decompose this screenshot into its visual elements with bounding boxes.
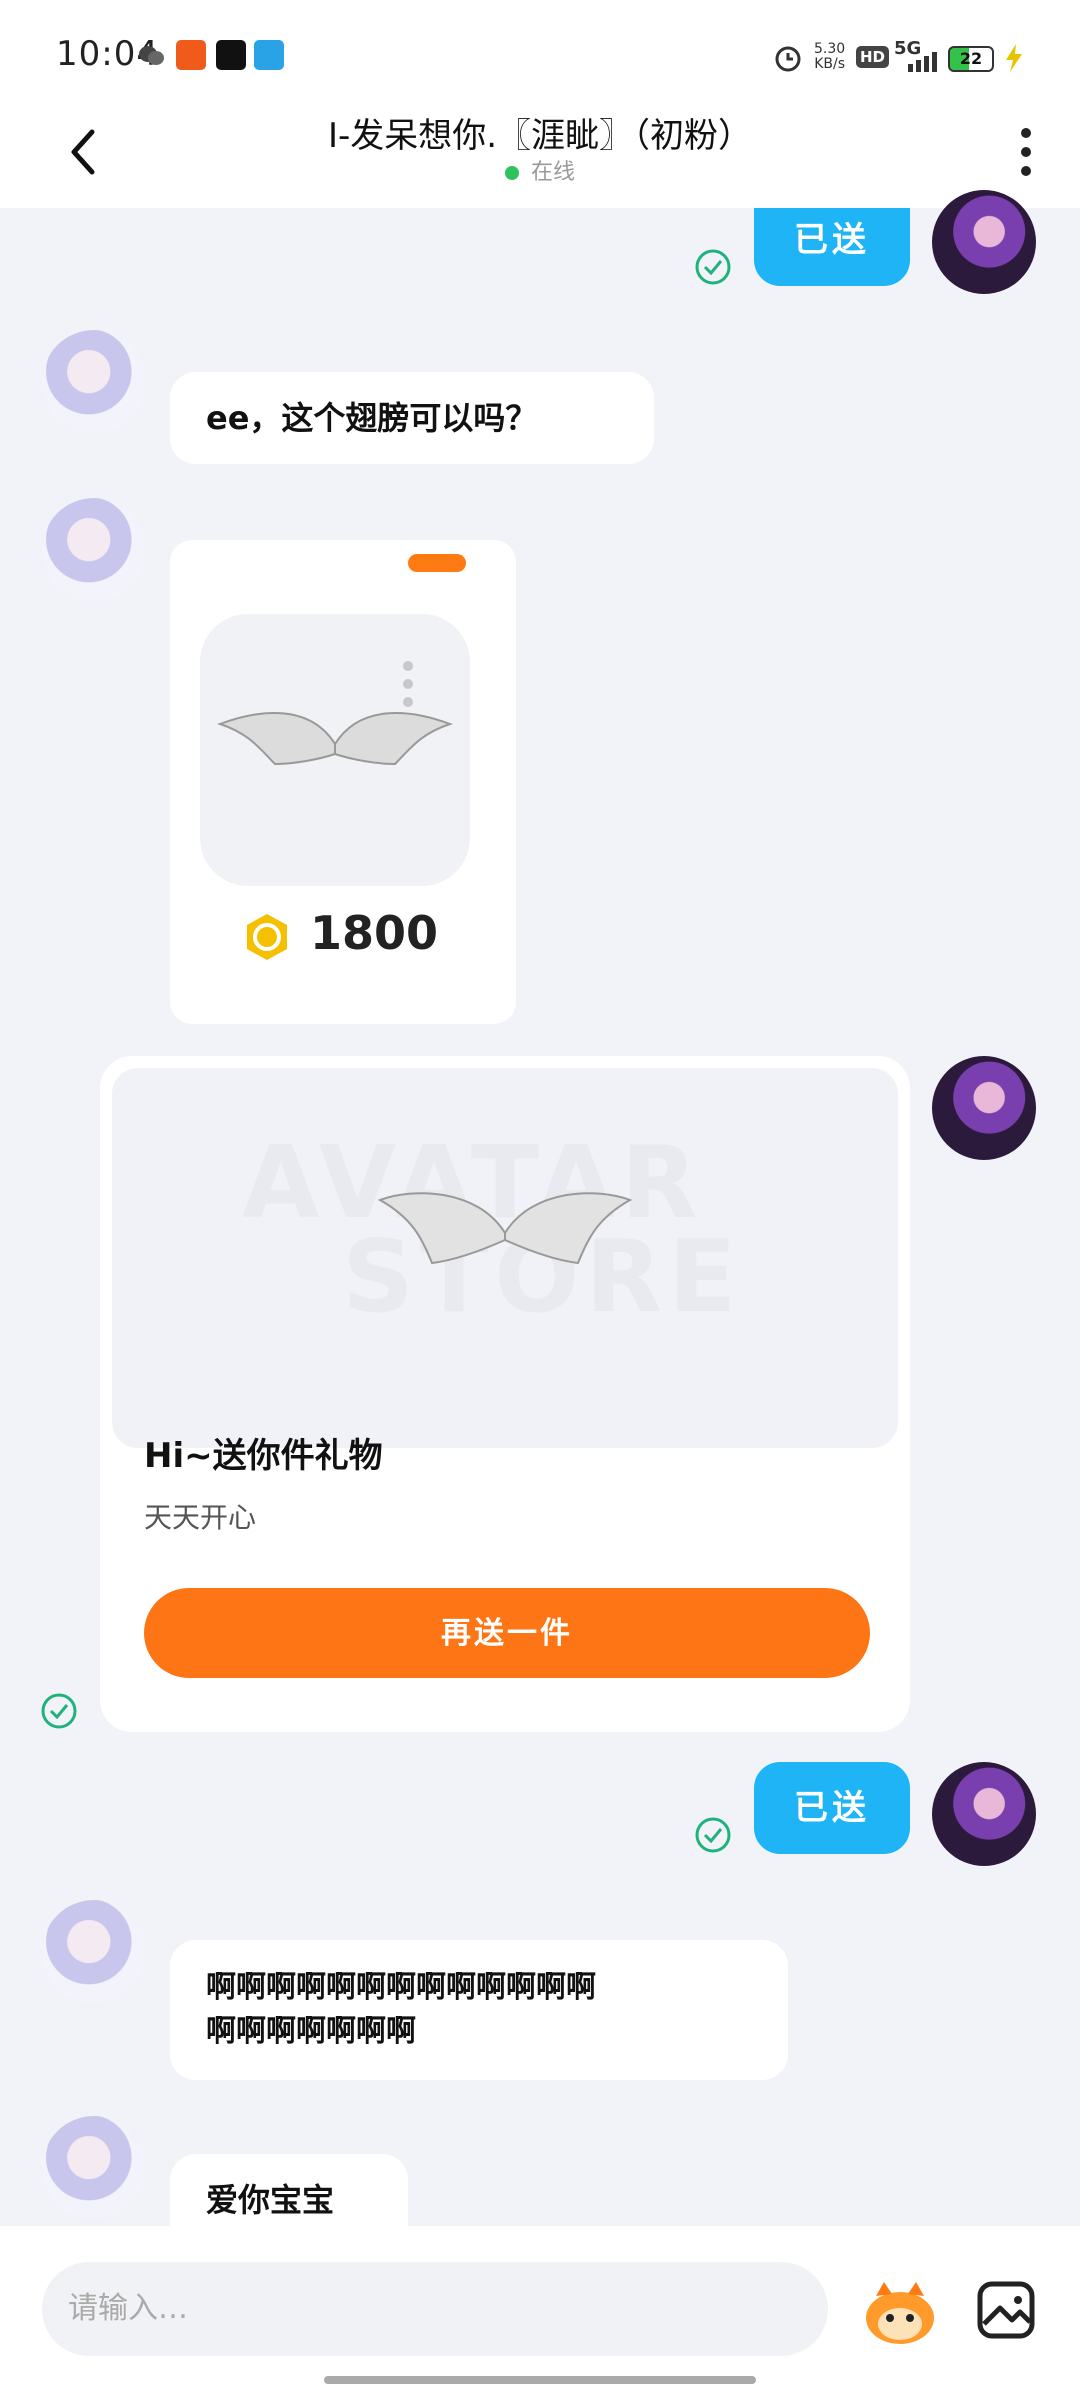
sent-check-icon (40, 1692, 78, 1730)
dot (1021, 147, 1031, 157)
wechat-icon (138, 44, 164, 70)
signal-icon (906, 52, 940, 76)
online-status: 在线 (0, 154, 1080, 186)
sent-message-bubble[interactable]: 已送 (754, 1762, 910, 1854)
alarm-icon (774, 44, 802, 76)
present-subtitle: 天天开心 (144, 1501, 257, 1534)
gift-present-card[interactable]: AVATAR STORE Hi~送你件礼物 天天开心 再送一件 (100, 1056, 910, 1732)
contact-avatar[interactable] (42, 498, 146, 602)
home-indicator[interactable] (324, 2376, 756, 2384)
hd-badge: HD (856, 46, 890, 68)
contact-avatar[interactable] (42, 330, 146, 434)
message-input[interactable]: 请输入… (42, 2262, 828, 2356)
my-avatar[interactable] (932, 1762, 1036, 1866)
network-app-icon (254, 40, 284, 70)
online-label: 在线 (530, 160, 575, 185)
image-icon (977, 2281, 1035, 2339)
app-notification-icon (176, 40, 206, 70)
gift-tag (408, 554, 466, 572)
charging-icon (1002, 44, 1024, 76)
received-message-bubble[interactable]: ee，这个翅膀可以吗？ (170, 372, 654, 464)
more-options-button[interactable] (1016, 122, 1036, 182)
dot (1021, 128, 1031, 138)
net-speed: 5.30 KB/s (814, 41, 846, 72)
my-avatar[interactable] (932, 1056, 1036, 1160)
gift-product-card[interactable]: 1800 (170, 540, 516, 1024)
battery-icon: 22 (948, 46, 994, 72)
chat-title: I-发呆想你.〖涯眦〗（初粉） (327, 116, 753, 156)
wings-icon (377, 1192, 633, 1265)
my-avatar[interactable] (932, 190, 1036, 294)
wings-icon (217, 661, 453, 766)
mascot-emoji-button[interactable] (862, 2278, 938, 2346)
send-another-button[interactable]: 再送一件 (144, 1588, 870, 1678)
dot (1021, 166, 1031, 176)
input-bar: 请输入… (0, 2226, 1080, 2388)
present-title: Hi~送你件礼物 (144, 1436, 383, 1476)
gold-coin-icon (242, 912, 292, 962)
status-bar: 10:04 5.30 KB/s HD 5G 22 (0, 0, 1080, 100)
contact-avatar[interactable] (42, 1900, 146, 2004)
image-picker-button[interactable] (974, 2278, 1038, 2342)
received-message-bubble[interactable]: 爱你宝宝 (170, 2154, 408, 2226)
wings-image (200, 614, 470, 886)
gift-price: 1800 (310, 906, 439, 960)
sent-check-icon (694, 1816, 732, 1854)
contact-avatar[interactable] (42, 2116, 146, 2220)
mascot-icon (866, 2282, 934, 2344)
video-app-icon (216, 40, 246, 70)
received-message-bubble[interactable]: 啊啊啊啊啊啊啊啊啊啊啊啊啊 啊啊啊啊啊啊啊 (170, 1940, 788, 2080)
chat-header: I-发呆想你.〖涯眦〗（初粉） 在线 (0, 100, 1080, 208)
present-image: AVATAR STORE (112, 1068, 898, 1448)
online-dot-icon (504, 166, 519, 180)
sent-message-bubble[interactable]: 已送 (754, 208, 910, 286)
sent-check-icon (694, 248, 732, 286)
